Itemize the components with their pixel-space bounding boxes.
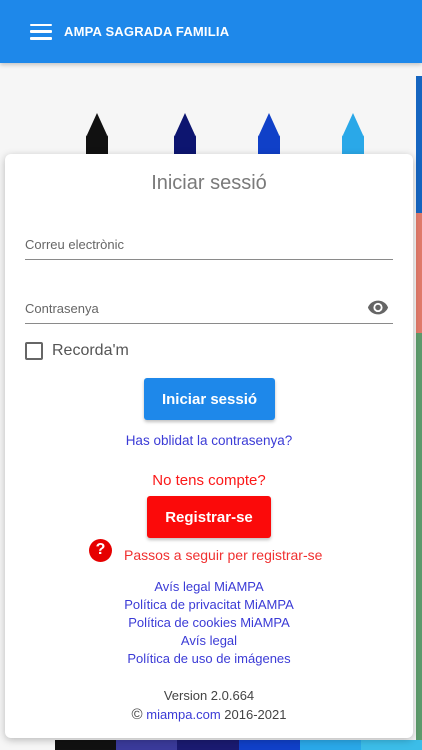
email-field[interactable] [25, 230, 393, 260]
register-button[interactable]: Registrar-se [147, 496, 271, 538]
email-input[interactable] [25, 230, 393, 259]
no-account-text: No tens compte? [152, 472, 266, 489]
cookies-policy-link[interactable]: Política de cookies MiAMPA [5, 615, 413, 630]
app-bar: AMPA SAGRADA FAMILIA [0, 0, 422, 63]
background-strip [416, 333, 422, 750]
forgot-password-link[interactable]: Has oblidat la contrasenya? [5, 433, 413, 448]
copyright: © miampa.com 2016-2021 [5, 706, 413, 723]
password-input[interactable] [25, 294, 393, 323]
login-button[interactable]: Iniciar sessió [144, 378, 275, 420]
question-circle-icon[interactable]: ? [89, 538, 112, 562]
legal-link-miampa[interactable]: Avís legal MiAMPA [5, 579, 413, 594]
hamburger-menu-icon[interactable] [30, 23, 52, 40]
registration-steps[interactable]: ? Passos a seguir per registrar-se [89, 537, 322, 563]
site-link[interactable]: miampa.com [146, 707, 220, 722]
eye-icon[interactable] [367, 296, 389, 318]
legal-notice-link[interactable]: Avís legal [5, 633, 413, 648]
login-title: Iniciar sessió [151, 172, 267, 194]
copyright-years: 2016-2021 [224, 707, 287, 722]
login-card: Iniciar sessió Recorda'm Iniciar sessió … [5, 154, 413, 738]
privacy-policy-link[interactable]: Política de privacitat MiAMPA [5, 597, 413, 612]
background-strip [416, 213, 422, 333]
app-title: AMPA SAGRADA FAMILIA [64, 24, 230, 39]
registration-steps-link[interactable]: Passos a seguir per registrar-se [124, 547, 322, 563]
background-strip [55, 740, 422, 750]
remember-label: Recorda'm [52, 342, 129, 359]
remember-me[interactable]: Recorda'm [25, 342, 129, 360]
copyright-symbol: © [131, 706, 143, 723]
image-policy-link[interactable]: Política de uso de imágenes [5, 651, 413, 666]
version-text: Version 2.0.664 [163, 688, 255, 703]
remember-checkbox[interactable] [25, 342, 43, 360]
password-field[interactable] [25, 294, 393, 324]
